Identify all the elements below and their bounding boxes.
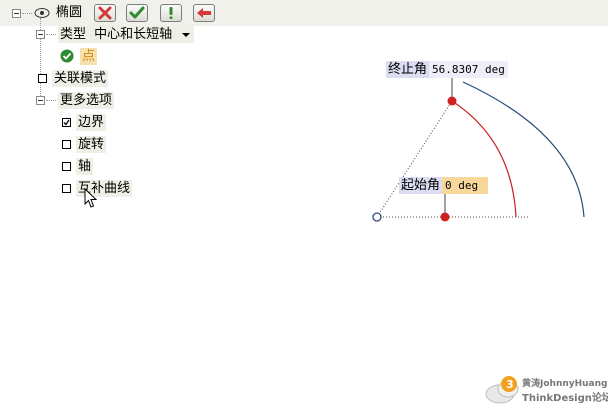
watermark-line-1: 黄涛JohnnyHuang [522, 379, 608, 389]
ellipse-preview-canvas[interactable] [0, 0, 608, 408]
end-angle-callout[interactable]: 终止角 56.8307 deg [386, 61, 508, 78]
start-angle-handle [440, 212, 450, 222]
watermark-logo: 3 [485, 376, 519, 404]
forum-watermark: 3 黄涛JohnnyHuang ThinkDesign论坛 [484, 372, 608, 408]
end-angle-guide [376, 100, 453, 218]
start-angle-label: 起始角 [399, 177, 443, 194]
elliptical-arc [451, 100, 517, 218]
end-angle-value[interactable]: 56.8307 deg [429, 61, 508, 78]
outer-curve [462, 81, 585, 218]
start-angle-value[interactable]: 0 deg [442, 177, 489, 194]
end-angle-handle [447, 96, 457, 106]
start-angle-callout[interactable]: 起始角 0 deg [399, 177, 489, 194]
end-angle-label: 终止角 [386, 61, 430, 78]
center-point-handle [372, 212, 382, 222]
watermark-line-2: ThinkDesign论坛 [522, 393, 608, 404]
svg-text:3: 3 [506, 378, 514, 391]
